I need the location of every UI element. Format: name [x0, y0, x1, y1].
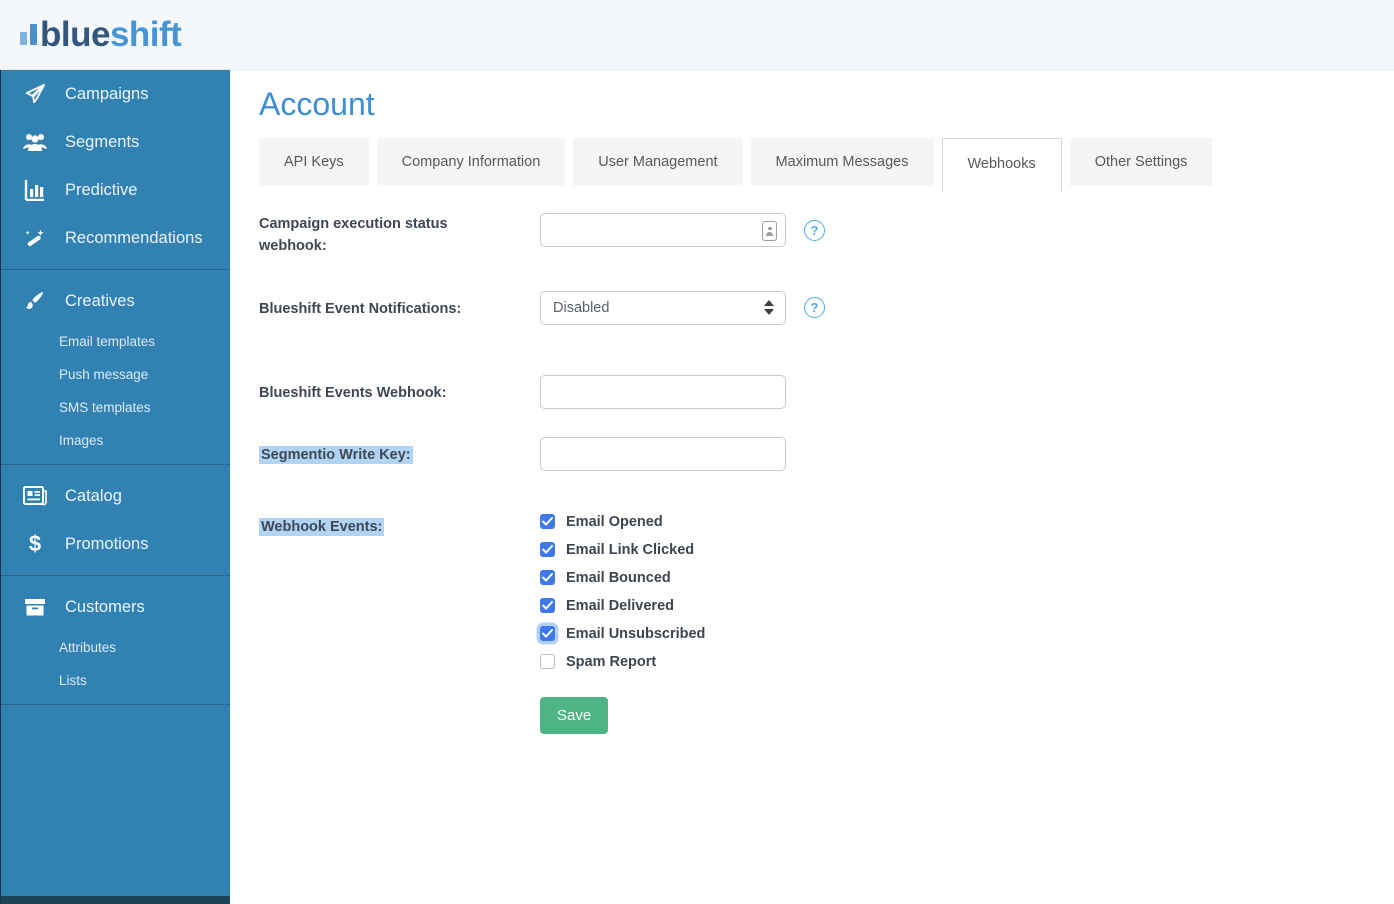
sidebar-item-label: Segments: [65, 133, 139, 152]
sidebar-subitem-label: Attributes: [59, 640, 116, 655]
tab-other-settings[interactable]: Other Settings: [1070, 138, 1213, 186]
sidebar-item-promotions[interactable]: $ Promotions: [1, 520, 230, 568]
sidebar-subitem-label: Push message: [59, 367, 148, 382]
segmentio-write-key-label: Segmentio Write Key:: [259, 437, 540, 466]
sidebar-nav: Campaigns Segments Predictive: [0, 70, 230, 904]
sidebar-item-segments[interactable]: Segments: [1, 118, 230, 166]
logo-bars-icon: [20, 24, 37, 45]
sidebar-item-label: Campaigns: [65, 85, 148, 104]
sidebar-subitem-label: Images: [59, 433, 103, 448]
checkbox-checked-icon[interactable]: [540, 570, 555, 585]
sidebar-subitem-label: SMS templates: [59, 400, 151, 415]
sidebar-item-images[interactable]: Images: [1, 424, 230, 457]
sidebar-item-label: Customers: [65, 598, 145, 617]
checkbox-spam-report[interactable]: Spam Report: [540, 654, 705, 670]
sidebar-item-lists[interactable]: Lists: [1, 664, 230, 697]
sidebar-item-email-templates[interactable]: Email templates: [1, 325, 230, 358]
checkbox-unchecked-icon[interactable]: [540, 654, 555, 669]
checkbox-checked-focused-icon[interactable]: [540, 626, 555, 641]
event-notifications-select[interactable]: Disabled: [540, 291, 786, 325]
help-icon[interactable]: ?: [804, 297, 825, 318]
main-content: Account API Keys Company Information Use…: [230, 70, 1394, 904]
tab-webhooks[interactable]: Webhooks: [942, 138, 1062, 192]
paper-plane-icon: [22, 83, 48, 105]
top-header: blueshift: [0, 0, 1394, 70]
sidebar-item-push-message[interactable]: Push message: [1, 358, 230, 391]
tab-company-information[interactable]: Company Information: [377, 138, 566, 186]
sidebar-item-predictive[interactable]: Predictive: [1, 166, 230, 214]
sidebar-subitem-label: Lists: [59, 673, 87, 688]
events-webhook-input[interactable]: [540, 375, 786, 409]
magic-wand-icon: [22, 227, 48, 249]
sidebar-item-label: Promotions: [65, 535, 148, 554]
events-webhook-label: Blueshift Events Webhook:: [259, 375, 540, 404]
select-stepper-icon: [764, 300, 774, 315]
sidebar-item-campaigns[interactable]: Campaigns: [1, 70, 230, 118]
sidebar-item-recommendations[interactable]: Recommendations: [1, 214, 230, 262]
checkbox-email-link-clicked[interactable]: Email Link Clicked: [540, 542, 705, 558]
checkbox-checked-icon[interactable]: [540, 598, 555, 613]
sidebar-item-label: Catalog: [65, 487, 122, 506]
sidebar-item-sms-templates[interactable]: SMS templates: [1, 391, 230, 424]
tab-user-management[interactable]: User Management: [573, 138, 742, 186]
campaign-execution-webhook-label: Campaign execution status webhook:: [259, 213, 540, 258]
logo-text-dark: blue: [40, 15, 110, 54]
select-value: Disabled: [553, 300, 609, 316]
checkbox-email-opened[interactable]: Email Opened: [540, 514, 705, 530]
autofill-contact-icon[interactable]: [762, 221, 777, 241]
form-row-webhook-events: Webhook Events: Email Opened Email Link …: [259, 509, 1394, 670]
checkbox-checked-icon[interactable]: [540, 514, 555, 529]
save-button[interactable]: Save: [540, 697, 608, 734]
sidebar-divider: [1, 704, 230, 705]
sidebar-divider: [1, 575, 230, 576]
blueshift-logo[interactable]: blueshift: [0, 17, 181, 52]
event-notifications-label: Blueshift Event Notifications:: [259, 291, 540, 320]
form-row-segmentio-key: Segmentio Write Key:: [259, 437, 1394, 471]
dollar-icon: $: [22, 533, 48, 555]
tab-api-keys[interactable]: API Keys: [259, 138, 369, 186]
checkbox-checked-icon[interactable]: [540, 542, 555, 557]
sidebar-item-attributes[interactable]: Attributes: [1, 631, 230, 664]
sidebar-divider: [1, 269, 230, 270]
webhook-events-list: Email Opened Email Link Clicked Email Bo…: [540, 509, 705, 670]
campaign-execution-webhook-input[interactable]: [540, 213, 786, 247]
sidebar-divider: [1, 464, 230, 465]
page-title: Account: [259, 86, 1394, 123]
archive-box-icon: [22, 596, 48, 618]
users-icon: [22, 131, 48, 153]
form-row-campaign-execution: Campaign execution status webhook: ?: [259, 213, 1394, 258]
checkbox-email-bounced[interactable]: Email Bounced: [540, 570, 705, 586]
newspaper-icon: [22, 485, 48, 507]
bar-chart-icon: [22, 179, 48, 201]
checkbox-email-delivered[interactable]: Email Delivered: [540, 598, 705, 614]
segmentio-write-key-input[interactable]: [540, 437, 786, 471]
sidebar-item-customers[interactable]: Customers: [1, 583, 230, 631]
logo-text-light: shift: [110, 15, 181, 54]
help-icon[interactable]: ?: [804, 220, 825, 241]
sidebar-item-label: Recommendations: [65, 229, 203, 248]
sidebar-item-catalog[interactable]: Catalog: [1, 472, 230, 520]
checkbox-email-unsubscribed[interactable]: Email Unsubscribed: [540, 626, 705, 642]
sidebar-item-label: Creatives: [65, 292, 135, 311]
paint-brush-icon: [22, 290, 48, 312]
sidebar-item-creatives[interactable]: Creatives: [1, 277, 230, 325]
sidebar-subitem-label: Email templates: [59, 334, 155, 349]
form-row-events-webhook: Blueshift Events Webhook:: [259, 375, 1394, 409]
sidebar-item-label: Predictive: [65, 181, 137, 200]
webhooks-form: Campaign execution status webhook: ? Blu…: [259, 213, 1394, 734]
tab-maximum-messages[interactable]: Maximum Messages: [751, 138, 934, 186]
webhook-events-label: Webhook Events:: [259, 509, 540, 538]
sidebar-bottom-strip: [1, 896, 230, 904]
form-row-event-notifications: Blueshift Event Notifications: Disabled …: [259, 291, 1394, 325]
account-tabs: API Keys Company Information User Manage…: [259, 138, 1394, 192]
